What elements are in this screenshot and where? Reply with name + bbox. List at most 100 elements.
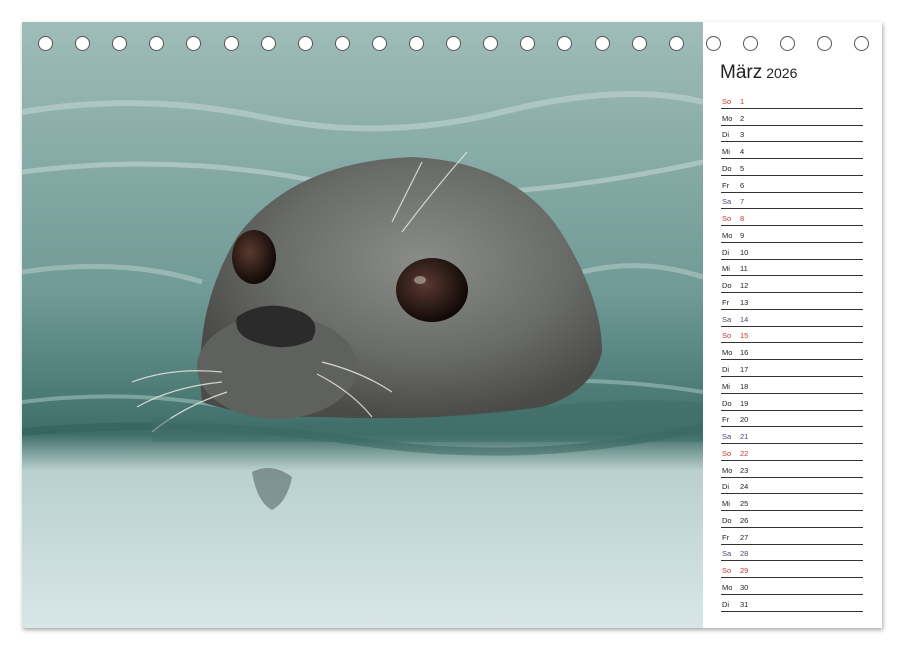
binding-ring — [705, 36, 721, 51]
day-number: 1 — [740, 96, 745, 106]
binding-ring — [594, 36, 610, 51]
day-row: Fr 6 — [721, 176, 863, 193]
day-row: Mo 9 — [721, 226, 863, 243]
seal-photo — [22, 22, 703, 628]
day-weekday: So — [722, 566, 732, 576]
day-weekday: Di — [722, 247, 730, 257]
day-weekday: Mo — [722, 230, 733, 240]
day-weekday: Do — [722, 163, 732, 173]
binding-ring — [75, 36, 91, 51]
binding-ring — [817, 36, 833, 51]
seal-photo-image — [22, 22, 703, 628]
binding-ring — [149, 36, 165, 51]
binding-ring — [668, 36, 684, 51]
day-row: Do 19 — [721, 394, 863, 411]
binding-ring — [520, 36, 536, 51]
day-weekday: So — [722, 331, 732, 341]
day-weekday: Fr — [722, 180, 730, 190]
day-number: 8 — [740, 214, 745, 224]
day-number: 4 — [740, 147, 745, 157]
binding-ring — [483, 36, 499, 51]
day-row: So 15 — [721, 327, 863, 344]
binding-ring — [409, 36, 424, 51]
day-row: Mo 16 — [721, 343, 863, 361]
day-row: Mi 18 — [721, 377, 863, 394]
binding-ring — [557, 36, 573, 51]
day-number: 26 — [740, 515, 749, 525]
day-row: Sa 21 — [721, 427, 863, 445]
day-row: Mo 2 — [721, 109, 863, 126]
day-number: 2 — [740, 113, 745, 123]
day-number: 19 — [740, 398, 749, 408]
day-number: 28 — [740, 549, 749, 559]
day-weekday: Do — [722, 398, 732, 408]
day-number: 31 — [740, 599, 749, 609]
day-weekday: Fr — [722, 297, 730, 307]
spiral-binding — [22, 36, 882, 60]
binding-ring — [334, 36, 350, 51]
day-row: Mi 4 — [721, 142, 863, 160]
day-weekday: Fr — [722, 415, 730, 425]
day-number: 29 — [740, 566, 749, 576]
day-number: 10 — [740, 247, 749, 257]
day-weekday: So — [722, 448, 732, 458]
day-weekday: Mi — [722, 264, 730, 274]
day-number: 14 — [740, 314, 749, 324]
day-number: 20 — [740, 415, 749, 425]
day-weekday: Do — [722, 515, 732, 525]
day-number: 17 — [740, 365, 749, 375]
day-weekday: Mi — [722, 381, 730, 391]
day-row: Di 3 — [721, 126, 863, 143]
day-weekday: Mo — [722, 113, 733, 123]
day-number: 9 — [740, 230, 745, 240]
binding-ring — [371, 36, 387, 51]
day-weekday: Sa — [722, 432, 732, 442]
day-weekday: Mi — [722, 499, 730, 509]
binding-ring — [223, 36, 239, 51]
binding-ring — [631, 36, 647, 51]
day-number: 13 — [740, 297, 749, 307]
day-number: 21 — [740, 432, 749, 442]
day-row: So 8 — [721, 209, 863, 227]
day-weekday: Di — [722, 482, 730, 492]
day-number: 24 — [740, 482, 749, 492]
day-row: Sa 28 — [721, 545, 863, 562]
binding-ring — [260, 36, 276, 51]
day-number: 15 — [740, 331, 749, 341]
day-row: Fr 20 — [721, 411, 863, 428]
binding-ring — [297, 36, 313, 51]
day-number: 30 — [740, 582, 749, 592]
day-weekday: So — [722, 214, 732, 224]
day-row: Do 26 — [721, 511, 863, 528]
day-row: Sa 14 — [721, 310, 863, 327]
day-weekday: Di — [722, 599, 730, 609]
day-number: 11 — [740, 264, 748, 274]
day-number: 16 — [740, 348, 749, 358]
day-row: Do 12 — [721, 276, 863, 294]
month-title: März 2026 — [720, 62, 797, 84]
day-number: 23 — [740, 465, 749, 475]
day-row: So 1 — [721, 92, 863, 109]
binding-ring — [38, 36, 53, 51]
binding-ring — [186, 36, 202, 51]
day-weekday: So — [722, 96, 732, 106]
day-row: Di 24 — [721, 478, 863, 495]
day-row: So 29 — [721, 561, 863, 579]
day-row: Fr 27 — [721, 528, 863, 545]
month-year: 2026 — [766, 65, 798, 81]
day-number: 27 — [740, 532, 749, 542]
day-weekday: Mo — [722, 465, 733, 475]
day-row: So 22 — [721, 444, 863, 461]
day-list: So 1 Mo 2 Di 3 Mi 4 Do 5 Fr 6 Sa 7 So 8 Mo 9 Di 10 Mi 11 Do 12 F… — [721, 92, 863, 612]
day-weekday: Mo — [722, 582, 733, 592]
day-row: Sa 7 — [721, 193, 863, 210]
day-weekday: Di — [722, 130, 730, 140]
day-weekday: Mi — [722, 147, 730, 157]
day-number: 7 — [740, 197, 745, 207]
day-number: 6 — [740, 180, 745, 190]
binding-ring — [780, 36, 795, 51]
day-number: 25 — [740, 499, 749, 509]
day-row: Di 10 — [721, 243, 863, 260]
month-name: März — [720, 62, 763, 83]
day-row: Mo 30 — [721, 578, 863, 595]
